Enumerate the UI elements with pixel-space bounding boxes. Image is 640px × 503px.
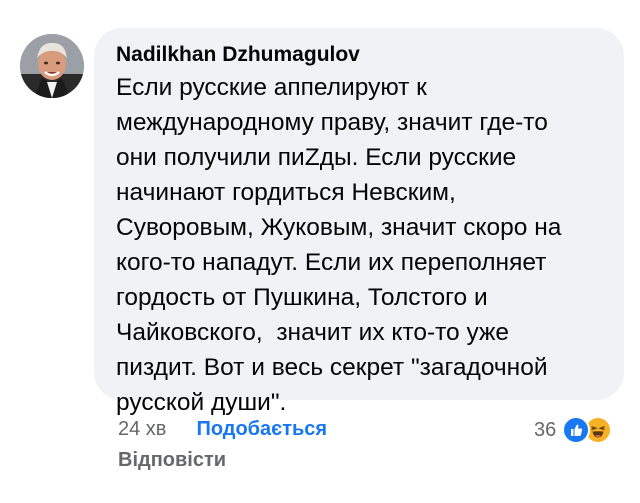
like-icon	[562, 416, 591, 444]
reactions-summary[interactable]: 36	[534, 414, 614, 446]
comment-author-name[interactable]: Nadilkhan Dzhumagulov	[116, 42, 606, 68]
reply-button[interactable]: Відповісти	[118, 449, 226, 472]
reaction-count: 36	[534, 418, 557, 441]
author-avatar[interactable]	[20, 34, 84, 98]
comment-actions: 24 хв Подобається	[118, 414, 327, 444]
like-button[interactable]: Подобається	[196, 418, 327, 441]
comment-text: Если русские аппелируют к международному…	[116, 74, 562, 416]
comment-timestamp[interactable]: 24 хв	[118, 418, 166, 441]
reaction-icons	[562, 415, 614, 445]
avatar-image	[20, 34, 84, 98]
comment-bubble: Nadilkhan Dzhumagulov Если русские аппел…	[94, 28, 624, 416]
